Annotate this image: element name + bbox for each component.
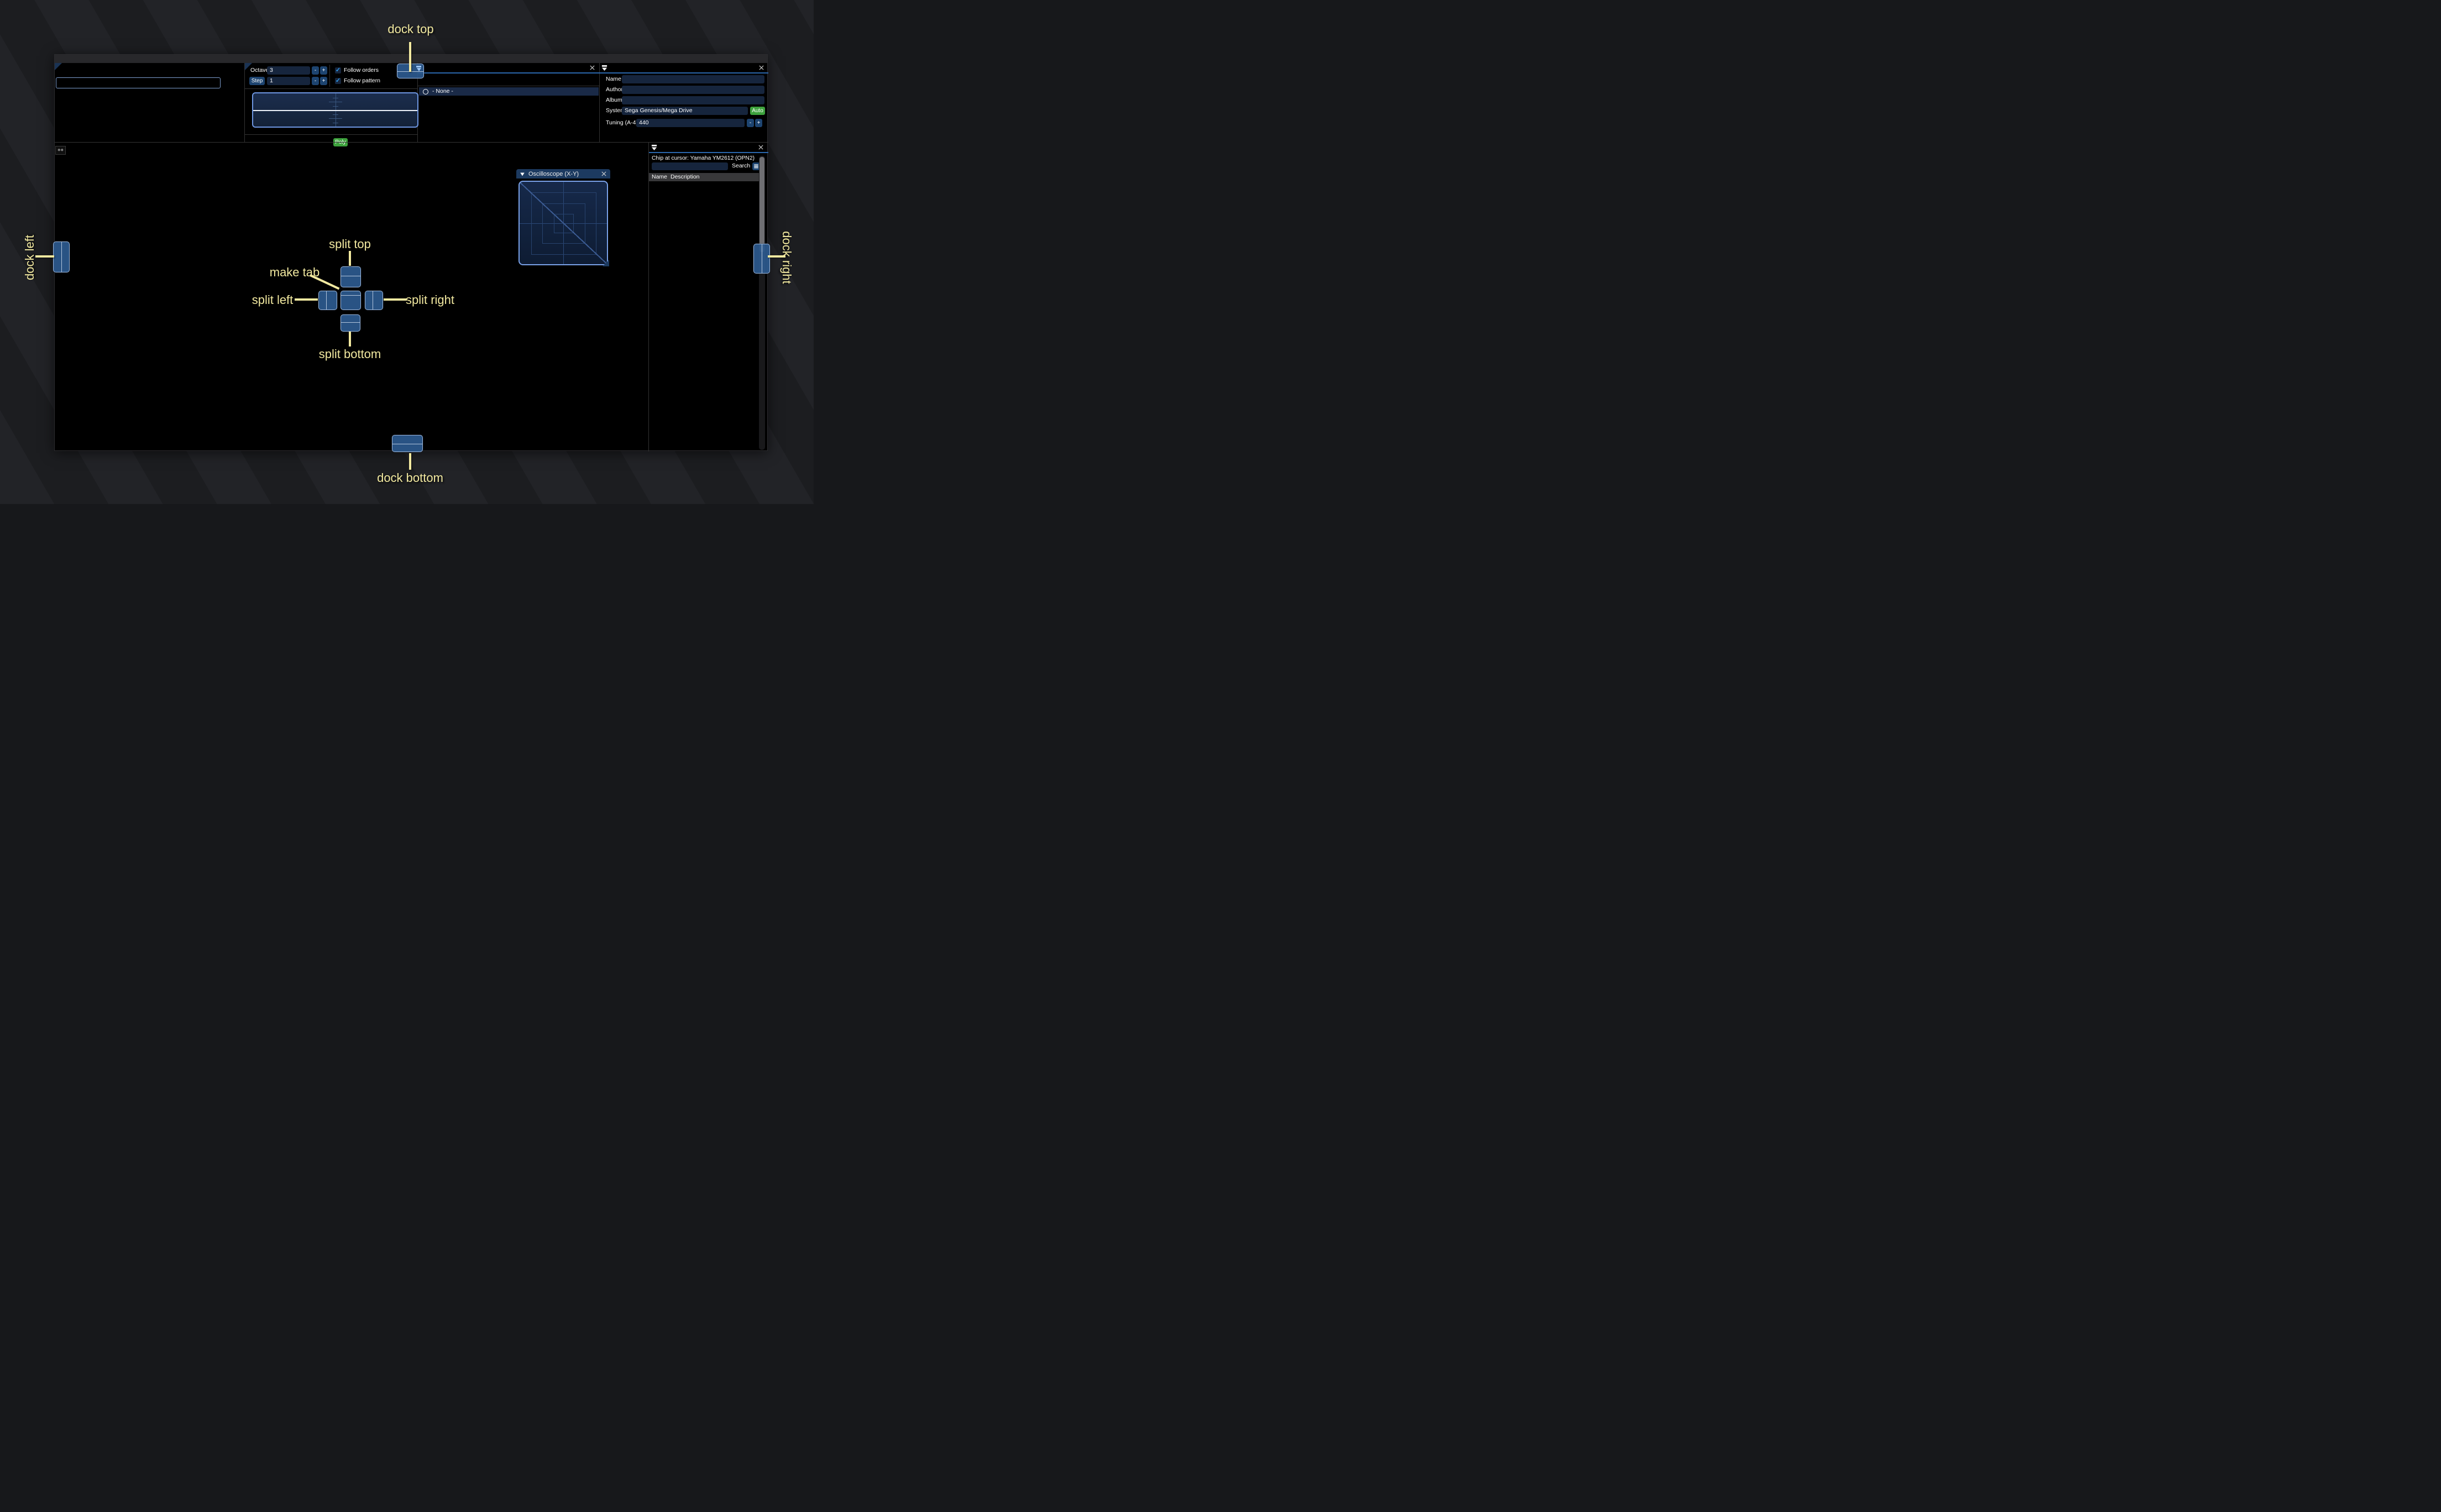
split-top-target[interactable] [341, 266, 361, 287]
system-auto-button[interactable]: Auto [750, 107, 765, 115]
octave-label: Octave [250, 67, 269, 74]
annotation-make-tab: make tab [269, 265, 320, 279]
tuning-input[interactable]: 440 [636, 119, 745, 127]
close-oscilloscope-icon[interactable] [601, 171, 607, 177]
annotation-dock-top: dock top [387, 22, 434, 36]
play-controls-panel: Octave 3 - + Step 1 - + ✓ Follow orders … [245, 63, 418, 146]
oscilloscope-xy-window[interactable]: Oscilloscope (X-Y) [516, 169, 610, 267]
album-input[interactable] [622, 96, 764, 104]
collapse-icon[interactable] [520, 171, 525, 177]
tuning-plus-button[interactable]: + [755, 119, 762, 127]
annotation-dock-right: dock right [780, 231, 794, 284]
close-effect-list-icon[interactable] [758, 144, 764, 150]
split-right-target[interactable] [365, 291, 383, 310]
system-input[interactable]: Sega Genesis/Mega Drive [622, 107, 748, 115]
order-row-selected[interactable] [56, 77, 221, 88]
annotation-dock-left: dock left [23, 235, 36, 280]
orders-panel [55, 63, 245, 142]
tuning-minus-button[interactable]: - [747, 119, 754, 127]
step-input[interactable]: 1 [267, 77, 310, 85]
furnace-window: Octave 3 - + Step 1 - + ✓ Follow orders … [54, 54, 768, 452]
oscilloscope-xy-title: Oscilloscope (X-Y) [528, 170, 579, 177]
step-plus-button[interactable]: + [320, 77, 327, 85]
follow-pattern-label: Follow pattern [344, 77, 380, 84]
tuning-label: Tuning (A-4) [606, 119, 638, 126]
instrument-list-item[interactable]: - None - [419, 87, 599, 96]
split-left-target[interactable] [318, 291, 337, 310]
radio-icon [423, 89, 428, 95]
tab-list-icon[interactable] [651, 144, 657, 151]
effect-list-panel: Chip at cursor: Yamaha YM2612 (OPN2) Sea… [648, 143, 768, 452]
author-label: Author [606, 86, 623, 93]
step-minus-button[interactable]: - [312, 77, 319, 85]
follow-orders-label: Follow orders [344, 67, 379, 74]
effect-list-scrollbar[interactable] [759, 156, 765, 450]
annotation-split-top: split top [329, 237, 371, 251]
close-instruments-icon[interactable] [589, 65, 595, 71]
instrument-none-label: - None - [432, 88, 453, 95]
octave-input[interactable]: 3 [267, 66, 310, 75]
make-tab-target[interactable] [341, 291, 361, 310]
name-label: Name [606, 76, 622, 82]
album-label: Album [606, 97, 622, 103]
oscilloscope-xy-titlebar[interactable]: Oscilloscope (X-Y) [516, 169, 610, 179]
name-input[interactable] [622, 75, 764, 83]
step-button[interactable]: Step [249, 77, 265, 85]
follow-orders-checkbox[interactable]: ✓ [335, 67, 341, 74]
annotation-dock-bottom: dock bottom [377, 471, 443, 485]
dock-right-target[interactable] [753, 244, 770, 274]
follow-pattern-checkbox[interactable]: ✓ [335, 78, 341, 84]
hamburger-icon [753, 164, 759, 169]
dock-bottom-target[interactable] [392, 435, 423, 452]
octave-plus-button[interactable]: + [320, 66, 327, 75]
orders-toolbar [226, 66, 244, 104]
oscilloscope-xy-display [518, 181, 608, 265]
split-bottom-target[interactable] [341, 314, 360, 332]
oscilloscope-waveform [253, 110, 417, 111]
effect-table [649, 182, 762, 452]
octave-minus-button[interactable]: - [312, 66, 319, 75]
col-name: Name [652, 174, 668, 180]
scrollbar-thumb[interactable] [759, 157, 764, 252]
chip-at-cursor-text: Chip at cursor: Yamaha YM2612 (OPN2) [652, 155, 755, 161]
main-oscilloscope [252, 92, 418, 128]
resize-grip[interactable] [603, 260, 609, 266]
col-description: Description [671, 174, 700, 180]
search-label: Search [732, 162, 751, 169]
instruments-panel: - None - [418, 63, 600, 142]
effect-table-header: Name Description [649, 173, 761, 181]
expand-channels-button[interactable]: ++ [55, 146, 66, 155]
tab-list-icon[interactable] [601, 65, 607, 71]
desktop: Octave 3 - + Step 1 - + ✓ Follow orders … [0, 0, 814, 504]
dock-left-target[interactable] [53, 242, 70, 272]
author-input[interactable] [622, 86, 764, 94]
close-song-info-icon[interactable] [758, 65, 764, 71]
annotation-split-bottom: split bottom [318, 347, 381, 361]
song-info-panel: Name Author Album System Sega Genesis/Me… [600, 63, 768, 142]
effect-search-input[interactable] [652, 162, 728, 170]
caret-down-icon [417, 68, 421, 71]
